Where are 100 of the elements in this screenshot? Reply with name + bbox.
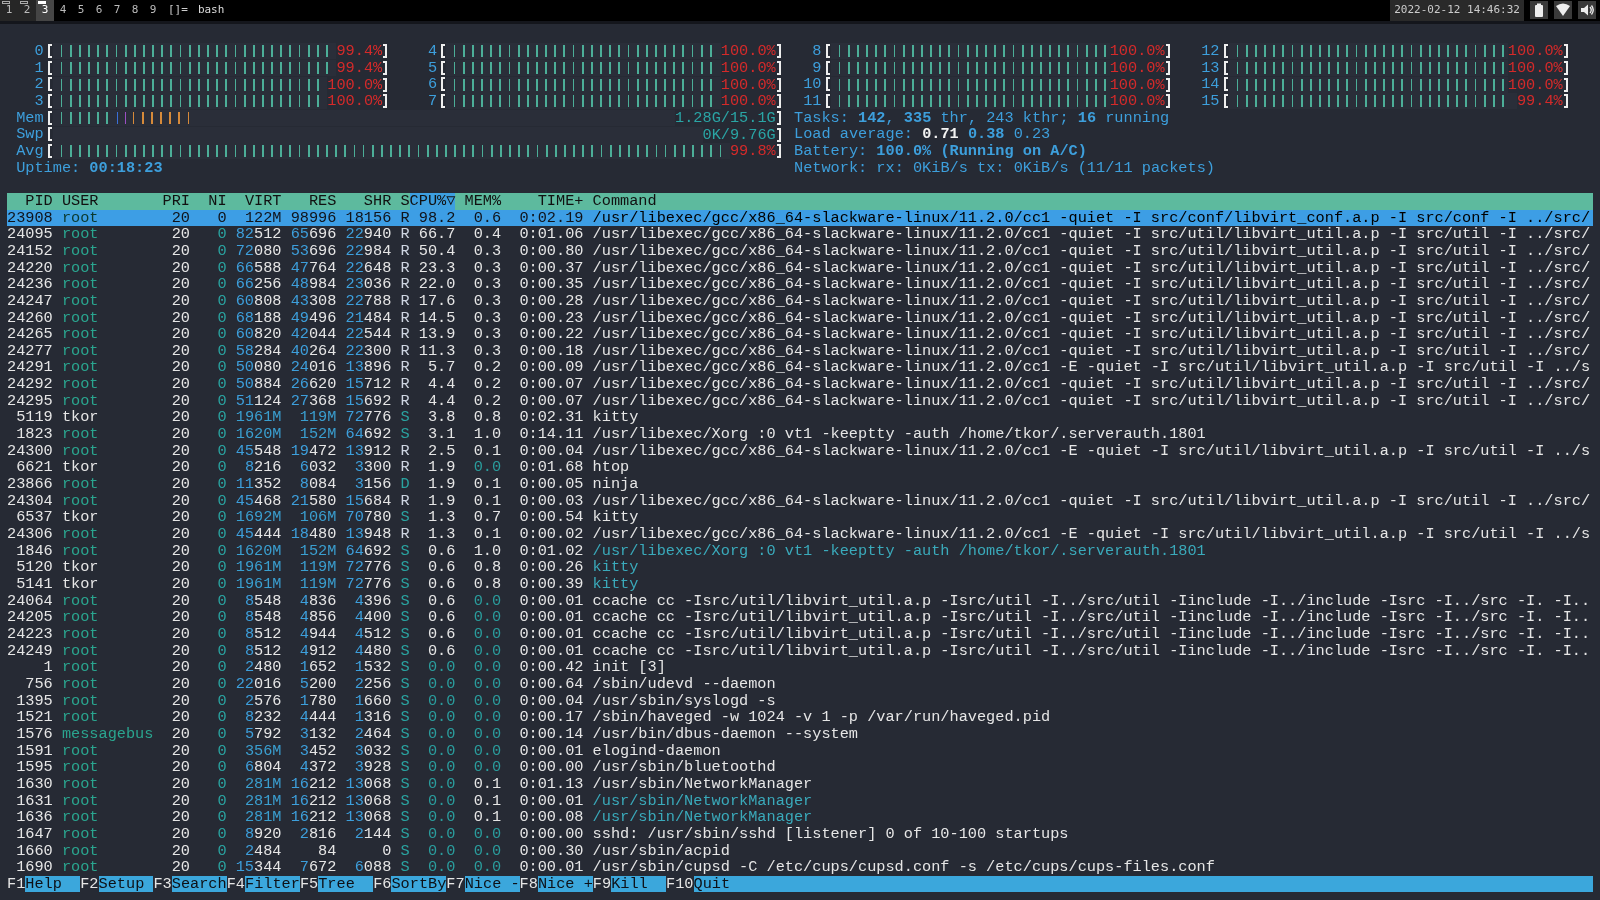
process-row[interactable]: 5119 tkor 20 0 1961M 119M 72776 S 3.8 0.8 0:02.31 kitty	[7, 409, 1593, 427]
table-cell-text: 0	[216, 276, 227, 293]
column-header[interactable]: SHR	[336, 192, 392, 210]
table-cell-text: 8512	[243, 625, 282, 643]
table-cell-text: 1620M	[234, 542, 282, 560]
column-header[interactable]: RES	[281, 192, 337, 210]
battery-icon[interactable]	[1530, 1, 1548, 20]
meter-value: 100.0%	[720, 76, 785, 93]
table-cell-text: /usr/libexec/gcc/x86_64-slackware-linux/11.2.0/cc1 -E -quiet -I src/util/libvirt_util.a.p -I src/util -I ../s	[591, 359, 1592, 377]
process-row[interactable]: 6537 tkor 20 0 1692M 106M 70780 S 1.3 0.7 0:00.54 kitty	[7, 509, 1593, 527]
table-cell-text: 0	[216, 426, 227, 443]
table-cell-text: 13896	[344, 359, 392, 377]
process-row[interactable]: 24249 root 20 0 8512 4912 4480 S 0.6 0.0 0:00.01 ccache cc -Isrc/util/libvirt_util.a.p -Isrc/util -I../src/util -Iinclude -I../include -Isrc -I../src -I. -I..	[7, 642, 1593, 660]
process-row[interactable]: 24260 root 20 0 68188 49496 21484 R 14.5 0.3 0:00.23 /usr/libexec/gcc/x86_64-slackware-linux/11.2.0/cc1 -quiet -I src/util/libvirt_util.a.p -I src/util -I ../src/	[7, 309, 1593, 327]
process-row[interactable]: 24300 root 20 0 45548 19472 13912 R 2.5 0.1 0:00.04 /usr/libexec/gcc/x86_64-slackware-linux/11.2.0/cc1 -E -quiet -I src/util/libvirt_util.a.p -I src/util -I ../s	[7, 442, 1593, 460]
table-cell: 23908	[7, 209, 53, 227]
table-cell-text: 4.4	[426, 392, 456, 410]
process-row[interactable]: 24152 root 20 0 72080 53696 22984 R 50.4 0.3 0:00.80 /usr/libexec/gcc/x86_64-slackware-linux/11.2.0/cc1 -quiet -I src/util/libvirt_util.a.p -I src/util -I ../src/	[7, 242, 1593, 260]
table-cell-text: 20	[170, 409, 190, 427]
table-cell-text: 0.3	[472, 259, 502, 277]
process-row[interactable]: 1395 root 20 0 2576 1780 1660 S 0.0 0.0 0:00.04 /usr/sbin/syslogd -s	[7, 692, 1593, 710]
column-header[interactable]: CPU%▽	[409, 192, 456, 210]
process-row[interactable]: 1823 root 20 0 1620M 152M 64692 S 3.1 1.0 0:14.11 /usr/libexec/Xorg :0 vt1 -keeptty -auth /home/tkor/.serverauth.1801	[7, 426, 1593, 443]
process-row[interactable]: 24304 root 20 0 45468 21580 15684 R 1.9 0.1 0:00.03 /usr/libexec/gcc/x86_64-slackware-linux/11.2.0/cc1 -quiet -I src/util/libvirt_util.a.p -I src/util -I ../src/	[7, 492, 1593, 510]
process-row[interactable]: 24247 root 20 0 60808 43308 22788 R 17.6 0.3 0:00.28 /usr/libexec/gcc/x86_64-slackware-linux/11.2.0/cc1 -quiet -I src/util/libvirt_util.a.p -I src/util -I ../src/	[7, 292, 1593, 310]
table-cell-text: 0.2	[472, 392, 502, 410]
process-row[interactable]: 24220 root 20 0 66588 47764 22648 R 23.3 0.3 0:00.37 /usr/libexec/gcc/x86_64-slackware-linux/11.2.0/cc1 -quiet -I src/util/libvirt_util.a.p -I src/util -I ../src/	[7, 259, 1593, 277]
table-cell-text: 0	[216, 542, 227, 560]
table-cell-text: 3.8	[426, 409, 456, 427]
table-cell-text: 0.7	[472, 509, 502, 527]
table-cell-text: R	[399, 259, 410, 277]
process-row[interactable]: 24295 root 20 0 51124 27368 15692 R 4.4 0.2 0:00.07 /usr/libexec/gcc/x86_64-slackware-linux/11.2.0/cc1 -quiet -I src/util/libvirt_util.a.p -I src/util -I ../src/	[7, 392, 1593, 410]
process-row[interactable]: 1 root 20 0 2480 1652 1532 S 0.0 0.0 0:00.42 init [3]	[7, 659, 1593, 676]
process-row[interactable]: 23866 root 20 0 11352 8084 3156 D 1.9 0.1 0:00.05 ninja	[7, 476, 1593, 493]
table-cell-text: R	[399, 526, 410, 543]
table-cell-text: 8512	[243, 642, 282, 660]
column-header[interactable]: S	[391, 192, 410, 210]
process-row[interactable]: 1631 root 20 0 281M 16212 13068 S 0.0 0.1 0:00.01 /usr/sbin/NetworkManager	[7, 792, 1593, 810]
layout-indicator[interactable]: []=	[168, 2, 188, 19]
workspace-tag[interactable]: 3	[36, 0, 54, 21]
table-cell-text: 51124	[234, 392, 282, 410]
process-row[interactable]: 1591 root 20 0 356M 3452 3032 S 0.0 0.0 0:00.01 elogind-daemon	[7, 742, 1593, 760]
process-row[interactable]: 1647 root 20 0 8920 2816 2144 S 0.0 0.0 0:00.00 sshd: /usr/sbin/sshd [listener] 0 of 10-100 startups	[7, 825, 1593, 843]
volume-icon[interactable]	[1578, 1, 1596, 20]
process-row[interactable]: 24236 root 20 0 66256 48984 23036 R 22.0 0.3 0:00.35 /usr/libexec/gcc/x86_64-slackware-linux/11.2.0/cc1 -quiet -I src/util/libvirt_util.a.p -I src/util -I ../src/	[7, 276, 1593, 293]
column-header[interactable]: Command	[583, 192, 1593, 210]
table-cell: 24265	[7, 326, 53, 343]
process-row[interactable]: 1636 root 20 0 281M 16212 13068 S 0.0 0.1 0:00.08 /usr/sbin/NetworkManager	[7, 809, 1593, 826]
table-cell-text: 0.1	[472, 775, 502, 793]
process-row[interactable]: 5120 tkor 20 0 1961M 119M 72776 S 0.6 0.8 0:00.26 kitty	[7, 559, 1593, 576]
table-cell-text: 0	[216, 775, 227, 793]
column-header[interactable]: MEM%	[455, 192, 502, 210]
column-header[interactable]: USER	[52, 192, 154, 210]
table-cell-text: 281M	[243, 809, 282, 826]
column-header[interactable]: NI	[190, 192, 227, 210]
process-row[interactable]: 1576 messagebus 20 0 5792 3132 2464 S 0.0 0.0 0:00.14 /usr/bin/dbus-daemon --system	[7, 725, 1593, 743]
wifi-icon[interactable]	[1554, 1, 1572, 20]
table-cell-text: S	[399, 742, 410, 760]
process-row[interactable]: 756 root 20 0 22016 5200 2256 S 0.0 0.0 0:00.64 /sbin/udevd --daemon	[7, 675, 1593, 693]
table-cell-text: 65696	[289, 226, 337, 243]
process-row[interactable]: 1690 root 20 0 15344 7672 6088 S 0.0 0.0 0:00.01 /usr/sbin/cupsd -C /etc/cups/cupsd.conf -s /etc/cups/cups-files.conf	[7, 859, 1593, 876]
process-row[interactable]: 1521 root 20 0 8232 4444 1316 S 0.0 0.0 0:00.17 /sbin/haveged -w 1024 -v 1 -p /var/run/haveged.pid	[7, 709, 1593, 726]
table-cell-text: 68188	[234, 309, 282, 327]
process-row[interactable]: 24292 root 20 0 50884 26620 15712 R 4.4 0.2 0:00.07 /usr/libexec/gcc/x86_64-slackware-linux/11.2.0/cc1 -quiet -I src/util/libvirt_util.a.p -I src/util -I ../src/	[7, 376, 1593, 393]
cpu-label: 14	[1192, 76, 1229, 93]
process-row[interactable]: 6621 tkor 20 0 8216 6032 3300 R 1.9 0.0 0:01.68 htop	[7, 459, 1593, 477]
meter-value: 100.0%	[1507, 76, 1572, 93]
table-cell-text: 0:00.35	[518, 276, 584, 293]
process-row[interactable]: 5141 tkor 20 0 1961M 119M 72776 S 0.6 0.8 0:00.39 kitty	[7, 576, 1593, 593]
table-cell-text: 119M	[298, 559, 337, 576]
process-row[interactable]: 1630 root 20 0 281M 16212 13068 S 0.0 0.1 0:01.13 /usr/sbin/NetworkManager	[7, 775, 1593, 793]
column-header[interactable]: PID	[7, 192, 53, 210]
process-row[interactable]: 24291 root 20 0 50080 24016 13896 R 5.7 0.2 0:00.09 /usr/libexec/gcc/x86_64-slackware-linux/11.2.0/cc1 -E -quiet -I src/util/libvirt_util.a.p -I src/util -I ../s	[7, 359, 1593, 377]
column-header[interactable]: TIME+	[501, 192, 584, 210]
table-cell-text: 20	[170, 459, 190, 477]
process-row[interactable]: 1846 root 20 0 1620M 152M 64692 S 0.6 1.0 0:01.02 /usr/libexec/Xorg :0 vt1 -keeptty -auth /home/tkor/.serverauth.1801	[7, 542, 1593, 560]
table-cell-text: 4400	[353, 609, 392, 626]
table-cell-text: 1647	[15, 825, 53, 843]
process-row[interactable]: 24306 root 20 0 45444 18480 13948 R 1.3 0.1 0:00.02 /usr/libexec/gcc/x86_64-slackware-linux/11.2.0/cc1 -E -quiet -I src/util/libvirt_util.a.p -I src/util -I ../s	[7, 526, 1593, 543]
table-cell-text: 0	[216, 359, 227, 377]
process-row[interactable]: 24223 root 20 0 8512 4944 4512 S 0.6 0.0 0:00.01 ccache cc -Isrc/util/libvirt_util.a.p -Isrc/util -I../src/util -Iinclude -I../include -Isrc -I../src -I. -I..	[7, 625, 1593, 643]
table-cell-text: S	[399, 576, 410, 593]
table-cell-text: root	[60, 526, 100, 543]
column-header[interactable]: VIRT	[226, 192, 282, 210]
process-row[interactable]: 24277 root 20 0 58284 40264 22300 R 11.3 0.3 0:00.18 /usr/libexec/gcc/x86_64-slackware-linux/11.2.0/cc1 -quiet -I src/util/libvirt_util.a.p -I src/util -I ../src/	[7, 342, 1593, 360]
column-header[interactable]: PRI	[153, 192, 190, 210]
table-cell-text: 15344	[234, 859, 282, 876]
table-cell-text: 1620M	[234, 426, 282, 443]
table-cell-text: 0:00.09	[518, 359, 584, 377]
workspace-tag[interactable]: 2	[18, 0, 36, 21]
process-row[interactable]: 24205 root 20 0 8548 4856 4400 S 0.6 0.0 0:00.01 ccache cc -Isrc/util/libvirt_util.a.p -Isrc/util -I../src/util -Iinclude -I../include -Isrc -I../src -I. -I..	[7, 609, 1593, 626]
table-cell-text: root	[60, 276, 100, 293]
table-cell-text: messagebus	[60, 725, 154, 743]
process-row[interactable]: 1595 root 20 0 6804 4372 3928 S 0.0 0.0 0:00.00 /usr/sbin/bluetoothd	[7, 759, 1593, 776]
table-cell-text: 0:00.30	[518, 842, 584, 860]
process-row[interactable]: 1660 root 20 0 2484 84 0 S 0.0 0.0 0:00.30 /usr/sbin/acpid	[7, 842, 1593, 860]
process-row[interactable]: 24064 root 20 0 8548 4836 4396 S 0.6 0.0 0:00.01 ccache cc -Isrc/util/libvirt_util.a.p -Isrc/util -I../src/util -Iinclude -I../include -Isrc -I../src -I. -I..	[7, 592, 1593, 610]
process-row[interactable]: 24095 root 20 0 82512 65696 22940 R 66.7 0.4 0:01.06 /usr/libexec/gcc/x86_64-slackware-linux/11.2.0/cc1 -quiet -I src/util/libvirt_util.a.p -I src/util -I ../src/	[7, 226, 1593, 243]
process-row[interactable]: 24265 root 20 0 60820 42044 22544 R 13.9 0.3 0:00.22 /usr/libexec/gcc/x86_64-slackware-linux/11.2.0/cc1 -quiet -I src/util/libvirt_util.a.p -I src/util -I ../src/	[7, 326, 1593, 343]
workspace-tag[interactable]: 1	[0, 0, 18, 21]
